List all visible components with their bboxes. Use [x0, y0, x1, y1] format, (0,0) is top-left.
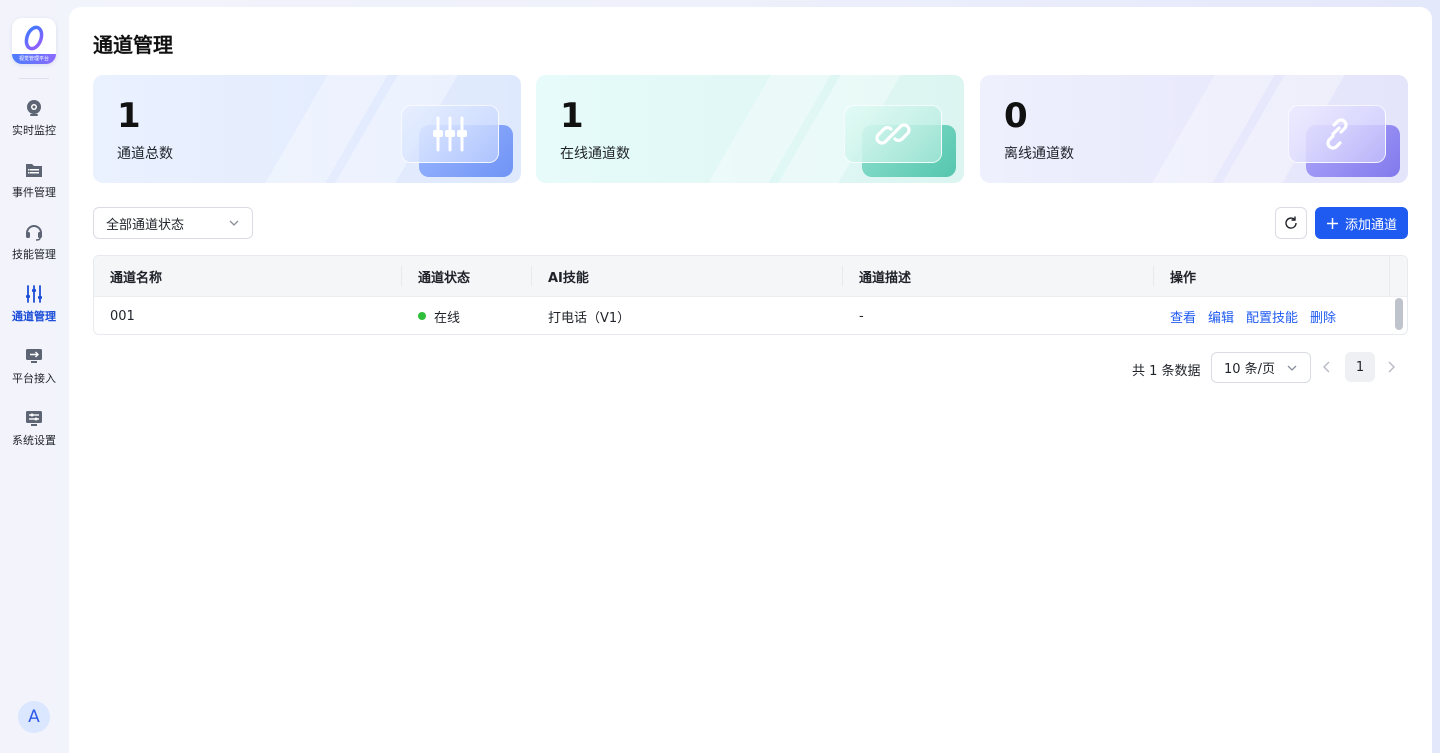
stat-card-online: 1 在线通道数 — [536, 75, 964, 183]
add-channel-button[interactable]: 添加通道 — [1315, 207, 1408, 239]
chevron-down-icon — [1287, 365, 1297, 371]
filter-value: 全部通道状态 — [106, 217, 185, 233]
sidebar-item-realtime-monitor[interactable]: 实时监控 — [0, 87, 68, 149]
channel-table: 通道名称 通道状态 AI技能 通道描述 操作 001 在线 打电话（V1） - … — [93, 255, 1408, 335]
cell-description: - — [859, 308, 864, 324]
sidebar-item-system-settings[interactable]: 系统设置 — [0, 397, 68, 459]
sidebar-divider — [19, 78, 49, 79]
settings-panel-icon — [26, 411, 42, 426]
stat-label: 在线通道数 — [560, 146, 630, 162]
scrollbar-track — [1389, 256, 1407, 296]
sidebar: 视觉管理平台 实时监控 事件管理 技能管理 通道管理 平台接入 系统设置 A — [0, 0, 68, 753]
sidebar-item-label: 平台接入 — [12, 372, 56, 385]
column-header-name: 通道名称 — [94, 266, 402, 286]
main-panel: 通道管理 1 通道总数 1 在线通道数 0 离线通道数 全部通道状态 添加通道 … — [69, 7, 1432, 753]
monitor-arrow-icon — [26, 349, 42, 363]
refresh-icon — [1285, 216, 1297, 229]
table-scrollbar[interactable] — [1395, 298, 1403, 330]
stat-value: 1 — [560, 96, 584, 136]
add-channel-label: 添加通道 — [1344, 217, 1397, 233]
refresh-button[interactable] — [1275, 207, 1307, 239]
logo-icon — [24, 25, 44, 51]
sliders-icon — [433, 116, 467, 152]
stat-value: 1 — [117, 96, 141, 136]
stat-decoration — [1288, 103, 1400, 179]
sidebar-item-label: 系统设置 — [12, 434, 56, 447]
camera-icon — [27, 100, 41, 116]
channel-status-filter[interactable]: 全部通道状态 — [93, 207, 253, 239]
stat-card-total: 1 通道总数 — [93, 75, 521, 183]
table-row: 001 在线 打电话（V1） - 查看 编辑 配置技能 删除 — [94, 296, 1407, 334]
status-text: 在线 — [434, 310, 461, 326]
app-logo[interactable]: 视觉管理平台 — [12, 18, 56, 64]
page-number-current[interactable]: 1 — [1345, 352, 1375, 382]
sidebar-item-label: 通道管理 — [12, 310, 56, 323]
stat-decoration — [401, 103, 513, 179]
column-header-skill: AI技能 — [532, 266, 843, 286]
sidebar-item-label: 实时监控 — [12, 124, 56, 137]
table-header: 通道名称 通道状态 AI技能 通道描述 操作 — [94, 256, 1407, 296]
chevron-down-icon — [229, 220, 239, 226]
sidebar-item-platform-access[interactable]: 平台接入 — [0, 335, 68, 397]
configure-skill-link[interactable]: 配置技能 — [1246, 307, 1298, 326]
page-size-select[interactable]: 10 条/页 — [1211, 352, 1311, 383]
next-page-icon[interactable] — [1383, 359, 1399, 375]
view-link[interactable]: 查看 — [1170, 307, 1196, 326]
sidebar-item-skill-management[interactable]: 技能管理 — [0, 211, 68, 273]
cell-name: 001 — [110, 308, 135, 324]
stat-label: 通道总数 — [117, 146, 173, 162]
sliders-icon — [26, 285, 42, 303]
sidebar-item-channel-management[interactable]: 通道管理 — [0, 273, 68, 335]
stat-decoration — [844, 103, 956, 179]
delete-link[interactable]: 删除 — [1310, 307, 1336, 326]
column-header-description: 通道描述 — [843, 266, 1154, 286]
headset-icon — [26, 225, 42, 241]
cell-actions: 查看 编辑 配置技能 删除 — [1154, 297, 1388, 334]
link-icon — [875, 123, 911, 145]
column-header-actions: 操作 — [1170, 270, 1197, 286]
edit-link[interactable]: 编辑 — [1208, 307, 1234, 326]
cell-skill: 打电话（V1） — [548, 310, 631, 326]
cell-status: 在线 — [402, 297, 532, 334]
plus-icon — [1326, 217, 1338, 229]
logo-band-text: 视觉管理平台 — [12, 54, 56, 64]
page-size-value: 10 条/页 — [1224, 362, 1276, 377]
stat-value: 0 — [1004, 96, 1028, 136]
sidebar-item-label: 事件管理 — [12, 186, 56, 199]
status-dot-icon — [418, 312, 426, 320]
total-count: 共 1 条数据 — [1132, 364, 1201, 379]
page-title: 通道管理 — [93, 33, 173, 57]
column-header-status: 通道状态 — [402, 266, 532, 286]
prev-page-icon[interactable] — [1319, 359, 1335, 375]
sidebar-item-event-management[interactable]: 事件管理 — [0, 149, 68, 211]
user-avatar[interactable]: A — [18, 701, 50, 733]
sidebar-item-label: 技能管理 — [12, 248, 56, 261]
broken-link-icon — [1326, 118, 1348, 150]
folder-list-icon — [26, 164, 42, 177]
stat-label: 离线通道数 — [1004, 146, 1074, 162]
stat-card-offline: 0 离线通道数 — [980, 75, 1408, 183]
